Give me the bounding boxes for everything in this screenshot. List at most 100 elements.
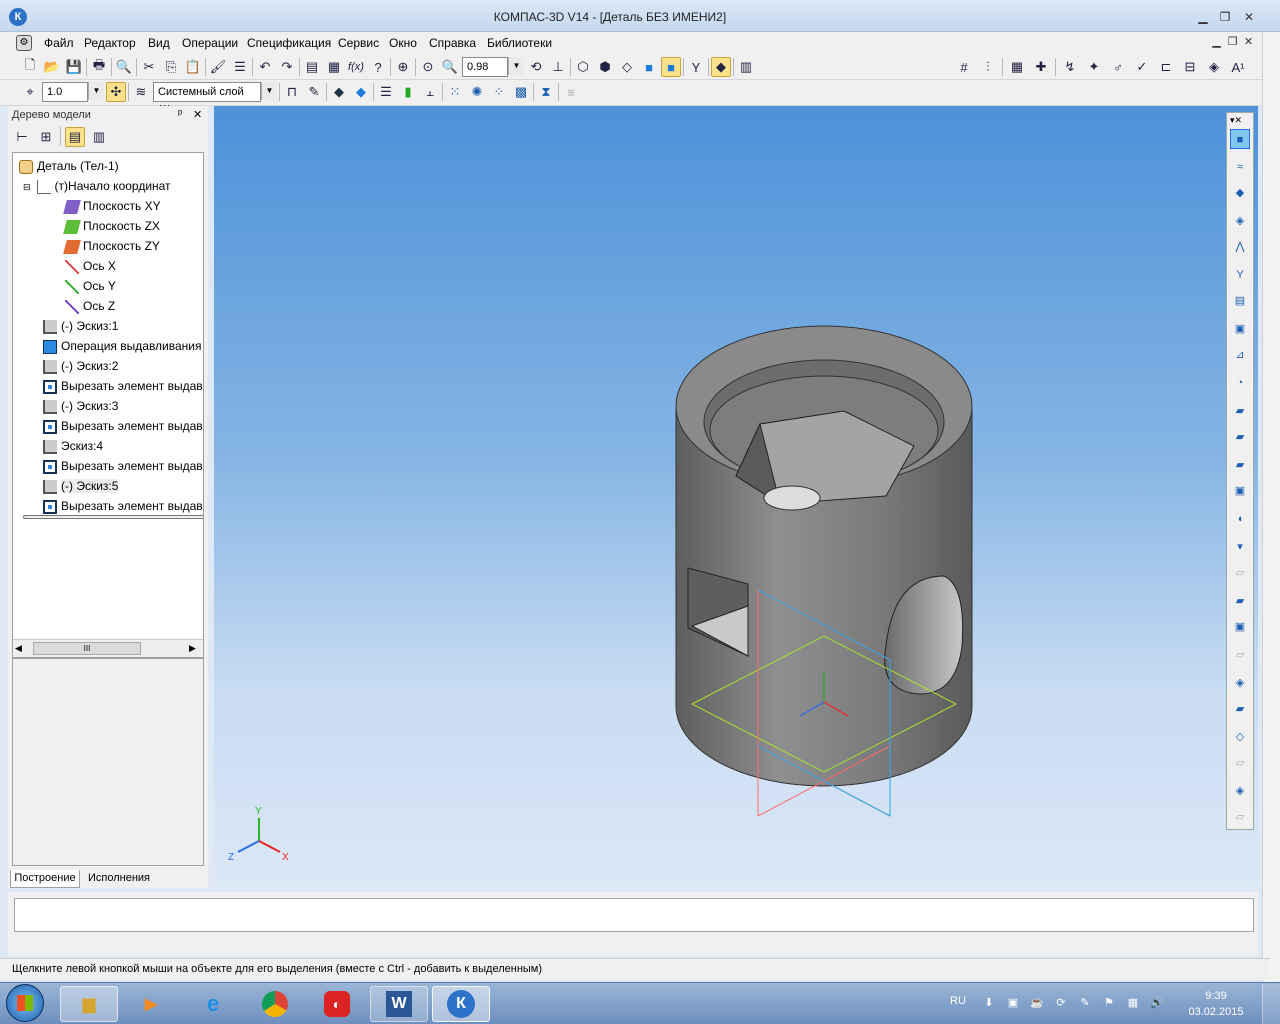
arrays-icon[interactable]: ◈ [1230,211,1250,231]
viewport-3d[interactable]: Y X Z [214,106,1258,888]
step-combo[interactable]: 1.0 ▼ [42,82,104,102]
table-pattern-icon[interactable]: ▩ [511,82,531,102]
doc-minimize-button[interactable]: ▁ [1210,36,1223,49]
split-op-icon[interactable]: ▱ [1230,807,1250,827]
save-icon[interactable]: 💾 [64,57,84,77]
loft-op-icon[interactable]: ▣ [1230,481,1250,501]
shaded-edges-icon[interactable]: ■ [661,57,681,77]
tree-build-order-icon[interactable]: ▤ [65,127,85,147]
start-button[interactable] [6,984,44,1022]
datum-icon[interactable]: ◈ [1204,57,1224,77]
doc-restore-button[interactable]: ❐ [1226,36,1239,49]
menu-operations[interactable]: Операции [182,33,238,53]
minimize-button[interactable]: ▁ [1196,10,1210,24]
table-icon[interactable]: ▦ [1007,57,1027,77]
sketch-mode-icon[interactable]: ⊓ [282,82,302,102]
tray-download-icon[interactable]: ⬇ [982,996,996,1010]
mirror-body-icon[interactable]: ≡ [561,82,581,102]
panel-close-icon[interactable]: ✕ [193,108,202,121]
zoom-value[interactable]: 0.98 [462,57,508,77]
scroll-right-icon[interactable]: ▶ [189,643,196,654]
thread-op-icon[interactable]: ◇ [1230,727,1250,747]
hole-op-icon[interactable]: ▾ [1230,537,1250,557]
circular-pattern-icon[interactable]: ✺ [467,82,487,102]
aux-geometry-icon[interactable]: ⋀ [1230,237,1250,257]
tree-item-part[interactable]: Деталь (Тел-1) [19,156,119,176]
measure-icon[interactable]: ◔ [1230,373,1250,393]
model-view[interactable] [214,106,1258,888]
tree-hscrollbar[interactable]: ◀ III ▶ [13,639,203,657]
menu-file[interactable]: Файл [44,33,74,53]
shell-op-icon[interactable]: ▰ [1230,591,1250,611]
doc-close-button[interactable]: ✕ [1242,36,1255,49]
tree-view-icon[interactable]: ⊞ [36,127,56,147]
open-file-icon[interactable]: 📂 [42,57,62,77]
show-desktop-button[interactable] [1262,984,1280,1024]
edit-operations-icon[interactable]: ■ [1230,129,1250,149]
tree-item-sketch-5[interactable]: (-) Эскиз:5 [43,476,119,496]
tray-app-icon[interactable]: ▣ [1006,996,1020,1010]
tree-item-sketch-2[interactable]: (-) Эскиз:2 [43,356,118,376]
tray-sync-icon[interactable]: ⟳ [1054,996,1068,1010]
chamfer-op-icon[interactable]: ▱ [1230,645,1250,665]
part-body[interactable] [675,325,973,787]
tree-item-plane-xy[interactable]: Плоскость XY [63,196,161,216]
rotate-icon[interactable]: ⟲ [526,57,546,77]
extrude-op-icon[interactable]: ▰ [1230,401,1250,421]
menu-service[interactable]: Сервис [338,33,379,53]
bool-op-icon[interactable]: ▱ [1230,753,1250,773]
hidden-lines-icon[interactable]: ⬢ [595,57,615,77]
dimensions-icon[interactable]: ⊿ [1230,345,1250,365]
word-icon[interactable]: W [370,986,428,1022]
fillet-op-icon[interactable]: ▣ [1230,617,1250,637]
tree-display-icon[interactable]: ▥ [89,127,109,147]
tree-item-cut-1[interactable]: Вырезать элемент выдав. [43,376,203,396]
orientation-icon[interactable]: ⊥ [548,57,568,77]
tree-item-plane-zx[interactable]: Плоскость ZX [63,216,160,236]
view-mode-icon[interactable]: ◆ [711,57,731,77]
material-icon[interactable]: ◆ [329,82,349,102]
language-indicator[interactable]: RU [950,995,966,1007]
rib-op-icon[interactable]: ▱ [1230,563,1250,583]
spec-icon[interactable]: ▤ [1230,291,1250,311]
media-player-icon[interactable]: ▶ [122,986,180,1022]
thin-hidden-icon[interactable]: ◇ [617,57,637,77]
rotate-op-icon[interactable]: ▰ [1230,427,1250,447]
zoom-all-icon[interactable]: ⊙ [418,57,438,77]
point-icon[interactable]: ✦ [1084,57,1104,77]
tree-structure-icon[interactable]: ⊢ [12,127,32,147]
clock-date[interactable]: 03.02.2015 [1186,1006,1246,1018]
tree-item-cut-3[interactable]: Вырезать элемент выдав. [43,456,203,476]
window-scrollbar[interactable] [1262,32,1280,982]
tree-item-extrude[interactable]: Операция выдавливания [43,336,201,356]
shaded-icon[interactable]: ■ [639,57,659,77]
base-icon[interactable]: ⊏ [1156,57,1176,77]
tree-item-sketch-1[interactable]: (-) Эскиз:1 [43,316,118,336]
layers-icon[interactable]: ≋ [131,82,151,102]
flag-icon[interactable]: ⚑ [1102,996,1116,1010]
zoom-window-icon[interactable]: ⊕ [393,57,413,77]
chevron-down-icon[interactable]: ▼ [88,82,104,100]
dimension-style-icon[interactable]: ⫠ [420,82,440,102]
document-menu-icon[interactable]: ⚙ [16,35,32,51]
zoom-icon[interactable]: 🔍 [440,57,460,77]
mirror-icon[interactable]: ⧗ [536,82,556,102]
mcs-icon[interactable]: ▮ [398,82,418,102]
undo-icon[interactable]: ↶ [255,57,275,77]
chevron-down-icon[interactable]: ▼ [508,57,524,75]
tree-item-sketch-3[interactable]: (-) Эскиз:3 [43,396,118,416]
menu-help[interactable]: Справка [429,33,476,53]
restore-button[interactable]: ❐ [1218,10,1232,24]
help-pointer-icon[interactable]: ? [368,57,388,77]
pin-icon[interactable]: ᵖ [178,108,182,120]
tree-item-axis-y[interactable]: Ось Y [65,276,116,296]
tree-item-origin[interactable]: ⊟ (т)Начало координат [23,176,171,196]
menu-edit[interactable]: Редактор [84,33,136,53]
volume-icon[interactable]: 🔊 [1150,996,1164,1010]
curve-pattern-icon[interactable]: ⁘ [489,82,509,102]
menu-libraries[interactable]: Библиотеки [487,33,552,53]
roughness-icon[interactable]: ✓ [1132,57,1152,77]
trim-icon[interactable]: ⫶ [978,57,998,77]
menu-specification[interactable]: Спецификация [247,33,331,53]
dimension-icon[interactable]: ✚ [1031,57,1051,77]
